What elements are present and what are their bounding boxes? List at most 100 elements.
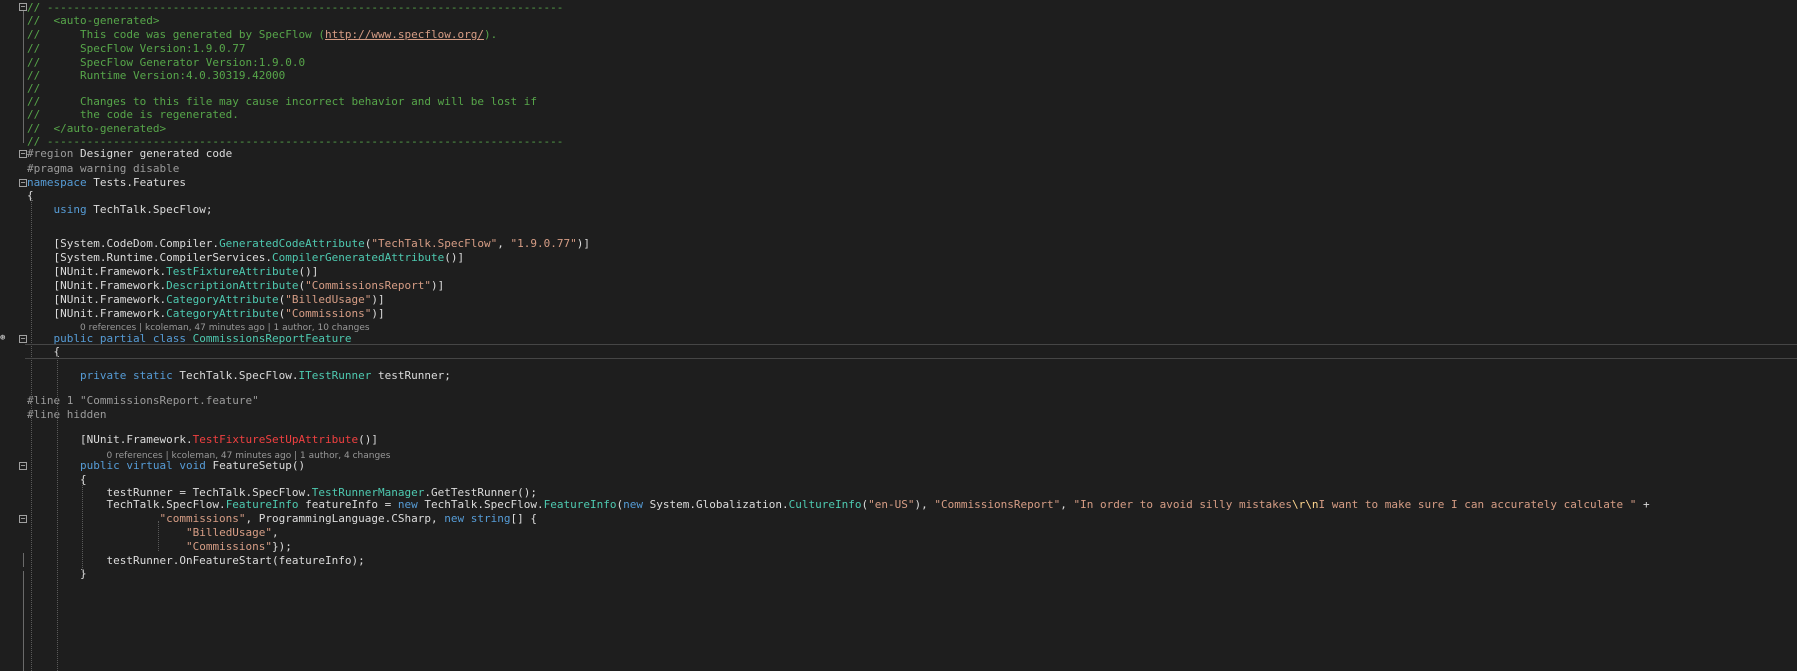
code-token: \r\n bbox=[1292, 498, 1319, 511]
code-token: [NUnit.Framework. bbox=[27, 307, 167, 320]
codelens-author-link[interactable]: kcoleman, 47 minutes ago bbox=[172, 451, 292, 461]
codelens-references-link[interactable]: 0 references bbox=[80, 323, 136, 333]
code-token: ()] bbox=[444, 251, 465, 264]
outline-bracket bbox=[23, 553, 24, 567]
codelens-separator: | bbox=[136, 323, 145, 333]
codelens-indent bbox=[27, 448, 106, 461]
code-line[interactable]: } bbox=[0, 566, 1797, 582]
code-token: CategoryAttribute bbox=[166, 307, 279, 320]
code-token: Designer generated code bbox=[73, 147, 233, 160]
code-token: // This code was generated by SpecFlow ( bbox=[27, 28, 326, 41]
code-token: "commissions" bbox=[159, 512, 246, 525]
code-token: System.Globalization. bbox=[642, 498, 789, 511]
code-token: [System.Runtime.CompilerServices. bbox=[27, 251, 273, 264]
collapse-class-icon[interactable]: − bbox=[19, 335, 27, 343]
collapse-method-icon[interactable]: − bbox=[19, 462, 27, 470]
outline-bracket bbox=[23, 571, 24, 671]
indent-guide bbox=[82, 482, 83, 572]
code-token: )] bbox=[431, 279, 445, 292]
code-token: )] bbox=[371, 293, 385, 306]
code-token: , bbox=[272, 526, 279, 539]
indent-guide bbox=[158, 521, 159, 551]
code-token: "BilledUsage" bbox=[285, 293, 372, 306]
code-token: new bbox=[623, 498, 643, 511]
code-line[interactable]: #region Designer generated code bbox=[0, 146, 1797, 162]
codelens-separator: | bbox=[264, 323, 274, 333]
code-token: "In order to avoid silly mistakes bbox=[1073, 498, 1293, 511]
collapse-region-icon[interactable]: − bbox=[19, 150, 27, 158]
code-token: #pragma warning disable bbox=[27, 162, 180, 175]
collapse-comment-icon[interactable]: − bbox=[19, 3, 27, 11]
code-token: "Commissions" bbox=[285, 307, 372, 320]
code-token: FeatureInfo bbox=[543, 498, 617, 511]
code-token: GeneratedCodeAttribute bbox=[219, 237, 365, 250]
collapse-statement-icon[interactable]: − bbox=[19, 515, 27, 523]
code-token: #line 1 "CommissionsReport.feature" bbox=[27, 394, 259, 407]
code-token: CompilerGeneratedAttribute bbox=[272, 251, 445, 264]
codelens-indicator: 0 references | kcoleman, 47 minutes ago … bbox=[0, 448, 1797, 461]
code-token: TechTalk.SpecFlow; bbox=[86, 203, 213, 216]
codelens-indent bbox=[27, 320, 80, 333]
code-token: new bbox=[397, 498, 418, 511]
code-token: CategoryAttribute bbox=[166, 293, 279, 306]
code-token: testRunner; bbox=[371, 369, 451, 382]
outline-bracket bbox=[23, 10, 24, 143]
code-token: #region bbox=[27, 147, 74, 160]
code-token: string bbox=[470, 512, 511, 525]
code-token: DescriptionAttribute bbox=[166, 279, 299, 292]
code-token: [NUnit.Framework. bbox=[27, 265, 167, 278]
codelens-changes-link[interactable]: 1 author, 4 changes bbox=[300, 451, 390, 461]
code-token: ), bbox=[914, 498, 935, 511]
code-token: "en-US" bbox=[868, 498, 915, 511]
code-token: + bbox=[1636, 498, 1650, 511]
code-token: ()] bbox=[298, 265, 319, 278]
code-token: // the code is regenerated. bbox=[27, 108, 239, 121]
code-token: // <auto-generated> bbox=[27, 14, 160, 27]
codelens-indicator: 0 references | kcoleman, 47 minutes ago … bbox=[0, 320, 1797, 333]
code-token: [] { bbox=[510, 512, 537, 525]
codelens-separator: | bbox=[162, 451, 172, 461]
code-editor[interactable]: // -------------------------------------… bbox=[0, 0, 1797, 671]
code-token: new bbox=[444, 512, 465, 525]
code-token: "TechTalk.SpecFlow" bbox=[371, 237, 498, 250]
codelens-references-link[interactable]: 0 references bbox=[106, 451, 162, 461]
code-token: FeatureInfo bbox=[225, 498, 299, 511]
code-token: TestFixtureSetUpAttribute bbox=[192, 433, 359, 446]
code-token: }); bbox=[272, 540, 292, 553]
code-token: #line hidden bbox=[27, 408, 107, 421]
code-token: )] bbox=[371, 307, 385, 320]
code-token: private static bbox=[79, 369, 173, 382]
code-token: I want to make sure I can accurately cal… bbox=[1318, 498, 1637, 511]
code-token: using bbox=[53, 203, 87, 216]
code-token: featureInfo = bbox=[298, 498, 398, 511]
code-line[interactable]: using TechTalk.SpecFlow; bbox=[0, 202, 1797, 218]
code-token: [NUnit.Framework. bbox=[27, 293, 167, 306]
current-line-highlight bbox=[25, 358, 1797, 359]
code-token: [System.CodeDom.Compiler. bbox=[27, 237, 220, 250]
code-token: ). bbox=[483, 28, 498, 41]
indent-guide bbox=[31, 198, 32, 671]
breakpoint-margin-icon[interactable]: ⊛ bbox=[0, 334, 9, 343]
code-line[interactable]: #line hidden bbox=[0, 407, 1797, 423]
code-token: , ProgrammingLanguage.CSharp, bbox=[245, 512, 445, 525]
current-line-highlight bbox=[25, 344, 1797, 345]
codelens-changes-link[interactable]: 1 author, 10 changes bbox=[274, 323, 370, 333]
code-line[interactable]: [NUnit.Framework.TestFixtureSetUpAttribu… bbox=[0, 432, 1797, 448]
code-token: ITestRunner bbox=[298, 369, 372, 382]
code-link[interactable]: http://www.specflow.org/ bbox=[325, 28, 484, 41]
code-token: TechTalk.SpecFlow. bbox=[417, 498, 544, 511]
code-token: "CommissionsReport" bbox=[934, 498, 1061, 511]
codelens-author-link[interactable]: kcoleman, 47 minutes ago bbox=[145, 323, 265, 333]
indent-guide bbox=[57, 354, 58, 671]
code-token: TechTalk.SpecFlow. bbox=[172, 369, 299, 382]
code-token: "Commissions" bbox=[185, 540, 273, 553]
collapse-namespace-icon[interactable]: − bbox=[19, 179, 27, 187]
code-line[interactable]: private static TechTalk.SpecFlow.ITestRu… bbox=[0, 368, 1797, 384]
code-token: , bbox=[497, 237, 511, 250]
code-token: "BilledUsage" bbox=[185, 526, 273, 539]
